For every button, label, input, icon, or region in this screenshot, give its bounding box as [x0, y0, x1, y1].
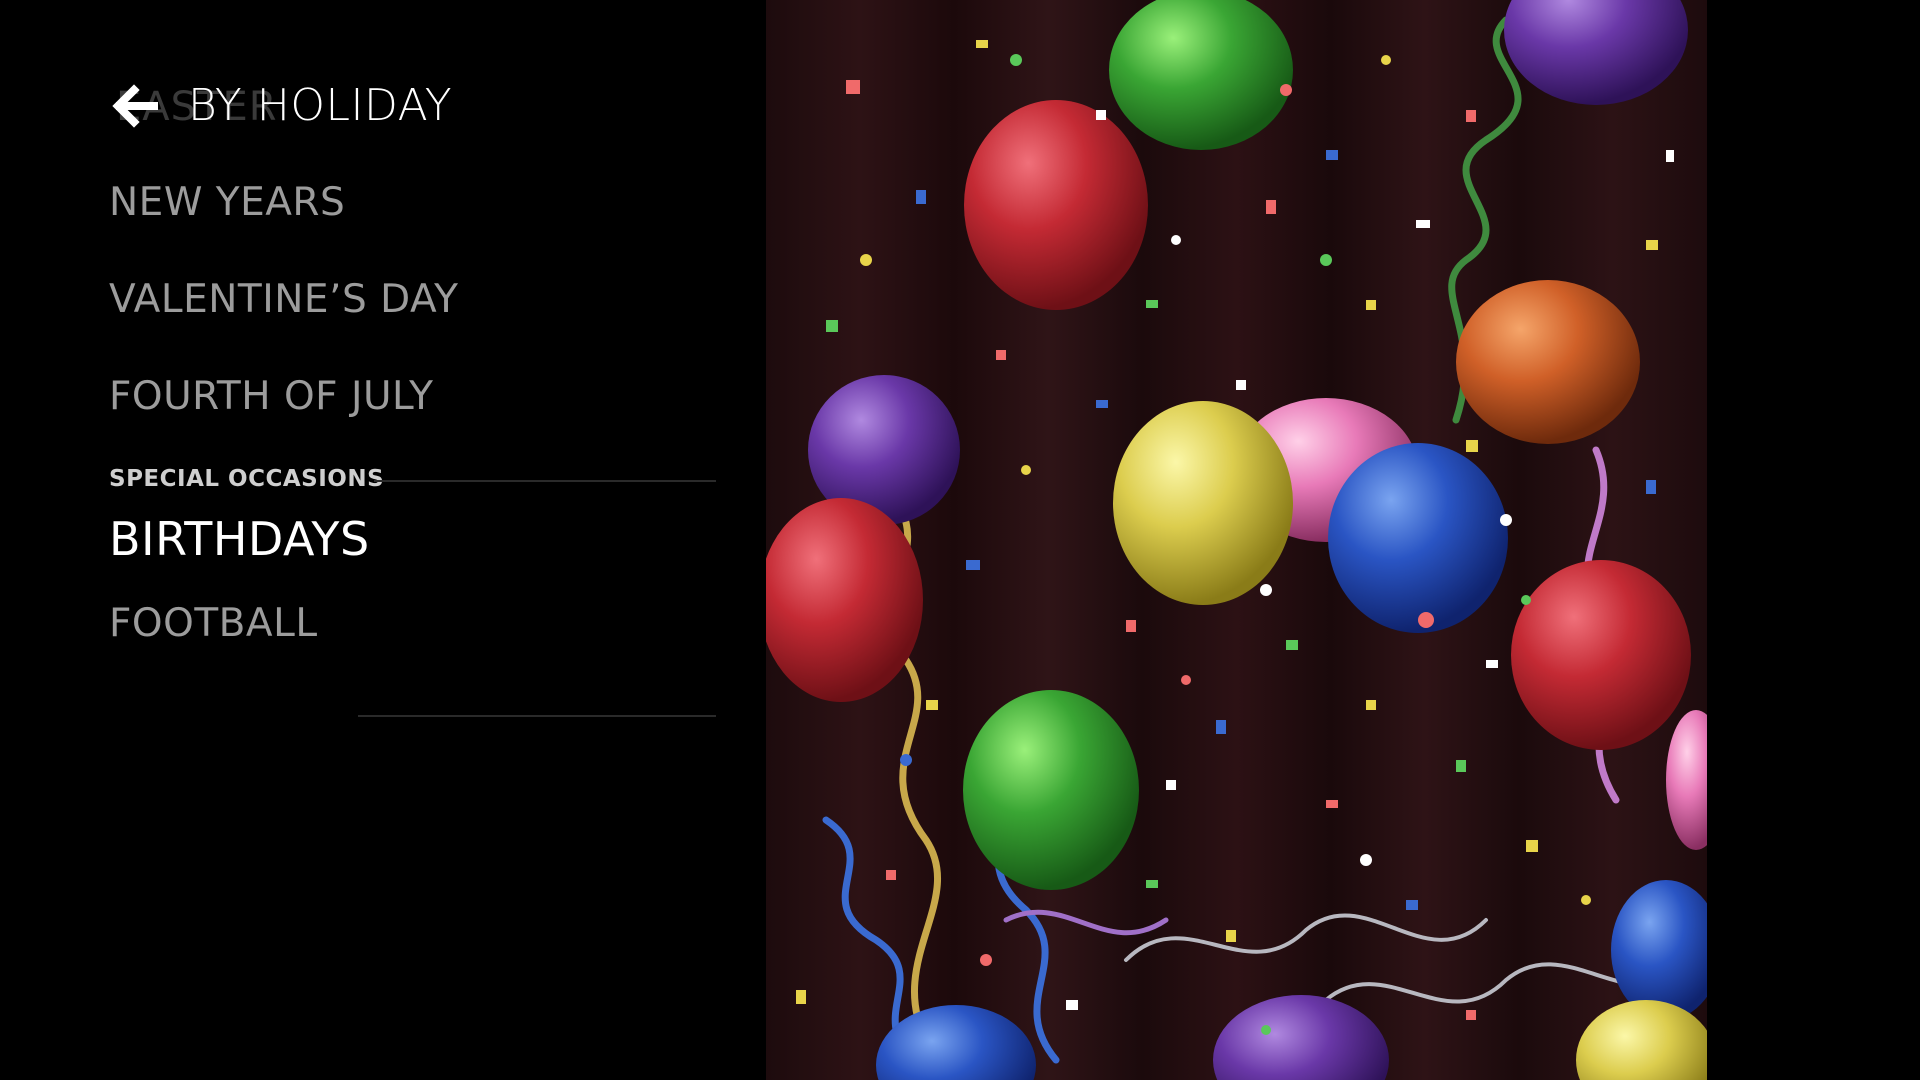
theme-preview-image: [766, 0, 1707, 1080]
page-title: BY HOLIDAY: [188, 80, 453, 131]
menu-item-birthdays[interactable]: BIRTHDAYS: [109, 512, 370, 566]
section-divider: [374, 480, 716, 482]
menu-item-new-years[interactable]: NEW YEARS: [109, 180, 345, 225]
menu-header: EASTER BY HOLIDAY: [108, 76, 668, 136]
menu-item-football[interactable]: FOOTBALL: [109, 601, 318, 646]
balloons-illustration: [766, 0, 1707, 1080]
menu-item-fourth-of-july[interactable]: FOURTH OF JULY: [109, 374, 433, 419]
holiday-menu: EASTER BY HOLIDAY NEW YEARS VALENTINE’S …: [0, 0, 766, 1080]
menu-item-valentines-day[interactable]: VALENTINE’S DAY: [109, 277, 458, 322]
section-label-special-occasions: SPECIAL OCCASIONS: [109, 466, 385, 492]
back-arrow-icon[interactable]: [108, 82, 158, 130]
balloon-group: [766, 0, 1707, 1080]
list-end-divider: [358, 715, 716, 717]
